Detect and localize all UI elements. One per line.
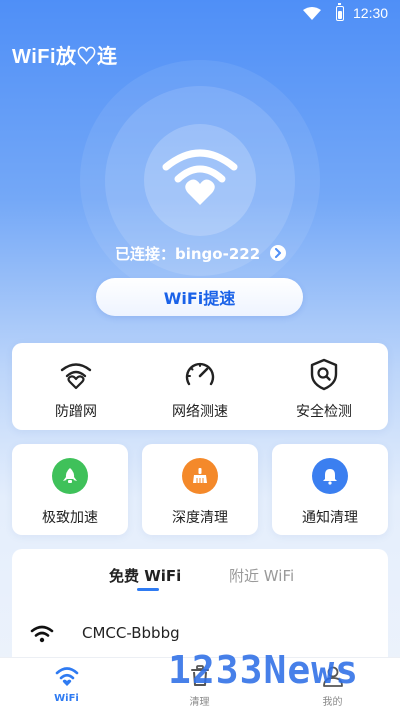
broom-icon bbox=[182, 458, 218, 494]
connected-network-label: 已连接：bingo-222 bbox=[115, 244, 261, 263]
tool-label: 通知清理 bbox=[302, 510, 358, 526]
tool-label: 极致加速 bbox=[42, 510, 98, 526]
app-title: WiFi放♡连 bbox=[12, 46, 118, 68]
status-bar: 12:30 bbox=[0, 0, 400, 28]
tool-card-notification-clean[interactable]: 通知清理 bbox=[272, 444, 388, 535]
nav-item-wifi[interactable]: WiFi bbox=[0, 658, 133, 711]
speedometer-icon bbox=[185, 362, 215, 386]
wifi-shield-icon bbox=[60, 363, 92, 390]
feature-card: 防蹭网 网络测速 安全检测 bbox=[12, 343, 388, 430]
feature-label: 防蹭网 bbox=[55, 404, 97, 420]
nav-label: 我的 bbox=[322, 697, 343, 708]
feature-anti-leech[interactable]: 防蹭网 bbox=[16, 343, 136, 430]
rocket-icon bbox=[52, 458, 88, 494]
wifi-signal-icon bbox=[303, 7, 321, 20]
tool-label: 深度清理 bbox=[172, 510, 228, 526]
feature-speed-test[interactable]: 网络测速 bbox=[140, 343, 260, 430]
connected-status[interactable]: 已连接：bingo-222 bbox=[115, 242, 287, 264]
security-shield-icon bbox=[310, 358, 338, 391]
wifi-speedup-button[interactable]: WiFi提速 bbox=[96, 278, 303, 316]
tool-card-boost[interactable]: 极致加速 bbox=[12, 444, 128, 535]
feature-security-check[interactable]: 安全检测 bbox=[264, 343, 384, 430]
bell-icon bbox=[312, 458, 348, 494]
chevron-right-icon[interactable] bbox=[270, 245, 287, 261]
wifi-icon bbox=[30, 625, 54, 643]
battery-icon bbox=[336, 3, 344, 21]
tab-nearby-wifi[interactable]: 附近 WiFi bbox=[229, 565, 294, 586]
network-name: CMCC-Bbbbg bbox=[82, 624, 180, 642]
network-row[interactable]: CMCC-Bbbbg bbox=[12, 613, 388, 653]
tool-card-deep-clean[interactable]: 深度清理 bbox=[142, 444, 258, 535]
status-time: 12:30 bbox=[353, 5, 389, 21]
wifi-icon bbox=[55, 667, 79, 686]
watermark: 1233News bbox=[168, 648, 360, 692]
nav-label: WiFi bbox=[54, 693, 79, 704]
nav-label: 清理 bbox=[189, 697, 210, 708]
tab-free-wifi[interactable]: 免费 WiFi bbox=[109, 565, 181, 586]
feature-label: 网络测速 bbox=[172, 404, 228, 420]
active-tab-indicator bbox=[137, 588, 159, 591]
wifi-heart-icon bbox=[162, 149, 238, 205]
feature-label: 安全检测 bbox=[296, 404, 352, 420]
